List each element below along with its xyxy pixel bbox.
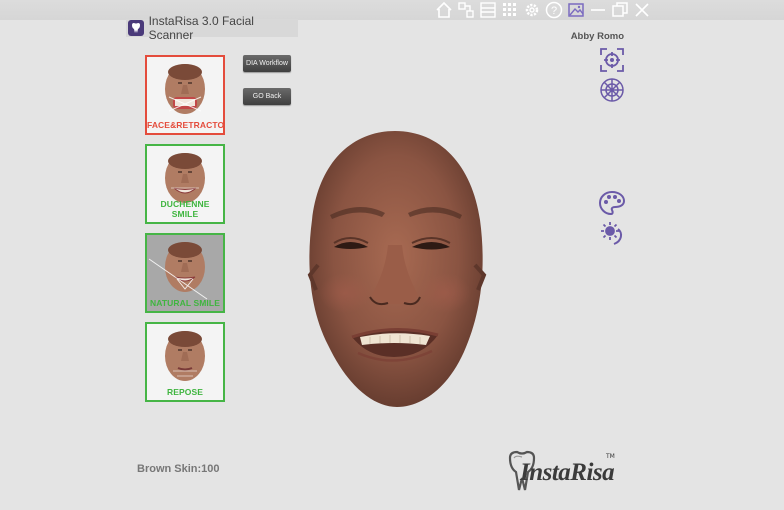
title-bar: ? — [0, 0, 784, 20]
svg-text:?: ? — [551, 5, 557, 17]
thumbnail-repose[interactable]: REPOSE — [145, 322, 225, 402]
skin-tone-label: Brown Skin:100 — [137, 463, 220, 475]
go-back-button[interactable]: GO Back — [243, 88, 291, 105]
app-title-block: InstaRisa 3.0 Facial Scanner — [126, 14, 298, 42]
gear-icon[interactable] — [522, 0, 542, 20]
target-icon[interactable] — [598, 46, 626, 74]
app-title: InstaRisa 3.0 Facial Scanner — [148, 14, 254, 42]
face-scan-viewport[interactable] — [290, 125, 500, 415]
thumbnail-natural-smile[interactable]: NATURAL SMILE — [145, 233, 225, 313]
user-name: Abby Romo — [570, 31, 624, 42]
dia-workflow-button[interactable]: DIA Workflow — [243, 55, 291, 72]
thumbnail-label: FACE&RETRACTORS — [147, 120, 225, 130]
thumbnail-face-retractors[interactable]: FACE&RETRACTORS — [145, 55, 225, 135]
trademark-mark: TM — [606, 453, 615, 460]
mesh-sphere-icon[interactable] — [598, 76, 626, 104]
home-icon[interactable] — [434, 0, 454, 20]
image-icon[interactable] — [566, 0, 586, 20]
brand-wordmark: InstaRisa — [520, 459, 615, 486]
close-icon[interactable] — [632, 0, 652, 20]
palette-icon[interactable] — [598, 189, 626, 217]
help-icon[interactable]: ? — [544, 0, 564, 20]
light-icon[interactable] — [598, 219, 626, 247]
instarisa-logo: InstaRisa TM — [502, 450, 622, 496]
tooth-logo-icon — [128, 20, 144, 36]
face-scan-render — [307, 131, 487, 407]
thumbnail-duchenne-smile[interactable]: DUCHENNE SMILE — [145, 144, 225, 224]
restore-icon[interactable] — [610, 0, 630, 20]
thumbnail-label: NATURAL SMILE — [150, 298, 220, 308]
thumbnail-label: REPOSE — [166, 387, 204, 397]
panels-icon[interactable] — [478, 0, 498, 20]
layout-icon[interactable] — [456, 0, 476, 20]
minimize-icon[interactable] — [588, 0, 608, 20]
grid-icon[interactable] — [500, 0, 520, 20]
window-controls: ? — [434, 0, 652, 20]
thumbnail-label: DUCHENNE SMILE — [160, 199, 210, 219]
